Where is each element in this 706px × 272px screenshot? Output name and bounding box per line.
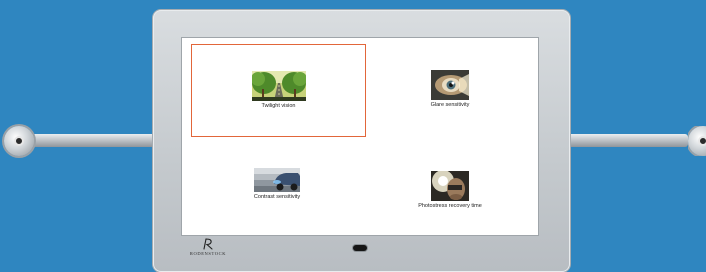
left-mount-bar: [18, 134, 160, 147]
car-contrast-icon: [254, 161, 300, 192]
tile-twilight-vision[interactable]: Twilight vision: [191, 44, 366, 137]
rodenstock-r-icon: [203, 238, 213, 250]
tile-label: Photostress recovery time: [418, 202, 482, 209]
tile-label: Twilight vision: [261, 103, 296, 110]
right-mount-bar: [560, 134, 688, 147]
road-trees-icon: [251, 71, 306, 102]
device-frame: Twilight vision Glare sensitivity Contra…: [153, 10, 570, 272]
tile-photostress-recovery-time[interactable]: Photostress recovery time: [412, 156, 488, 224]
power-indicator: [353, 245, 367, 251]
tile-contrast-sensitivity[interactable]: Contrast sensitivity: [237, 156, 317, 206]
touch-screen: Twilight vision Glare sensitivity Contra…: [182, 38, 538, 235]
right-mount-knob: [688, 126, 706, 156]
face-bright-light-icon: [431, 170, 469, 201]
tile-label: Glare sensitivity: [430, 101, 470, 108]
device-view: Twilight vision Glare sensitivity Contra…: [0, 0, 706, 272]
tile-glare-sensitivity[interactable]: Glare sensitivity: [415, 60, 485, 118]
eye-glare-icon: [431, 69, 469, 100]
brand-logo: RODENSTOCK: [188, 238, 228, 256]
left-mount-knob: [4, 126, 34, 156]
tile-label: Contrast sensitivity: [253, 193, 301, 200]
brand-name: RODENSTOCK: [189, 251, 227, 256]
